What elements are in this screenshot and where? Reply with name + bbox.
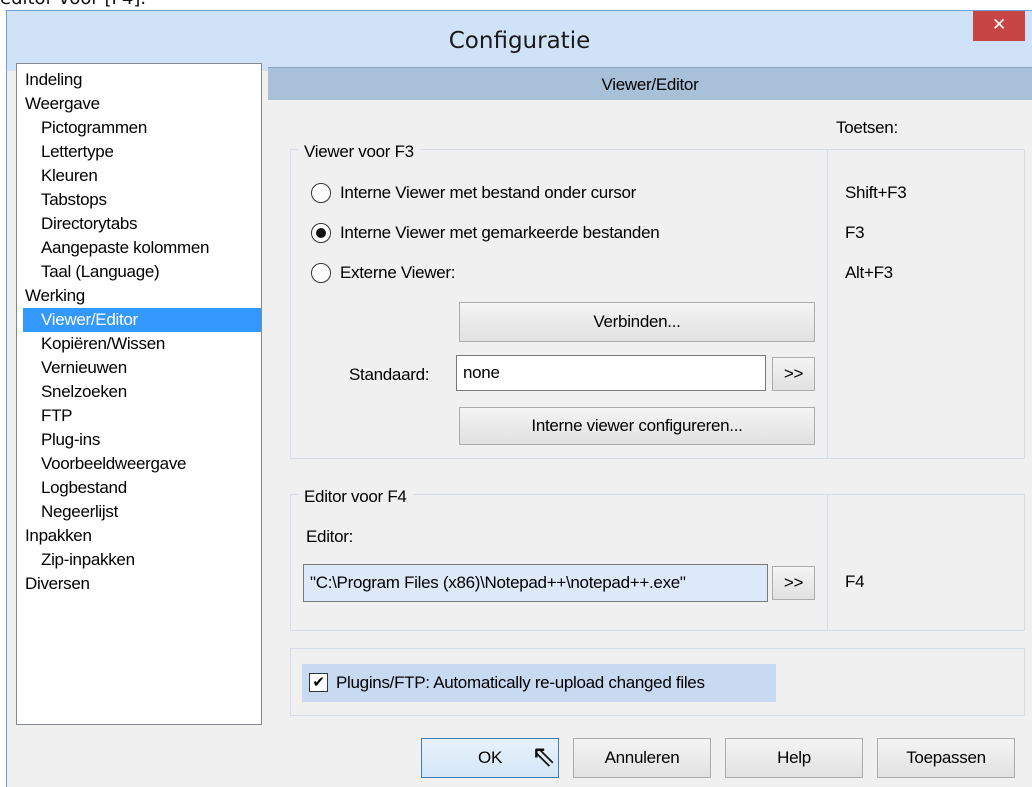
tree-item[interactable]: Werking xyxy=(17,284,85,308)
help-button[interactable]: Help xyxy=(725,738,863,778)
editor-path-input[interactable]: "C:\Program Files (x86)\Notepad++\notepa… xyxy=(303,564,768,602)
mouse-cursor-icon: ⇖ xyxy=(531,739,556,774)
tree-item[interactable]: Voorbeeldweergave xyxy=(17,452,186,476)
cancel-button[interactable]: Annuleren xyxy=(573,738,711,778)
tree-item[interactable]: Directorytabs xyxy=(17,212,138,236)
editor-group-divider xyxy=(827,494,828,631)
tree-item[interactable]: Logbestand xyxy=(17,476,127,500)
tree-item[interactable]: Kleuren xyxy=(17,164,98,188)
tree-item[interactable]: Zip-inpakken xyxy=(17,548,135,572)
tree-item[interactable]: Viewer/Editor xyxy=(23,308,261,332)
editor-label: Editor: xyxy=(306,527,354,546)
apply-button[interactable]: Toepassen xyxy=(877,738,1015,778)
close-button[interactable]: ✕ xyxy=(973,11,1025,41)
caption-fragment: editor voor [F4]. xyxy=(0,0,146,9)
tree-item[interactable]: Plug-ins xyxy=(17,428,100,452)
plugins-checkbox[interactable]: ✔ xyxy=(309,673,328,692)
viewer-group-title: Viewer voor F3 xyxy=(298,142,420,162)
check-icon: ✔ xyxy=(312,673,325,691)
editor-group xyxy=(290,494,1025,631)
connect-button[interactable]: Verbinden... xyxy=(459,302,815,342)
key-f4: F4 xyxy=(845,572,865,591)
tree-item[interactable]: Vernieuwen xyxy=(17,356,127,380)
tree-item[interactable]: Weergave xyxy=(17,92,100,116)
standard-label: Standaard: xyxy=(349,365,430,384)
editor-browse-button[interactable]: >> xyxy=(772,566,815,600)
standard-browse-button[interactable]: >> xyxy=(772,357,815,391)
close-icon: ✕ xyxy=(992,15,1006,35)
plugins-checkbox-label[interactable]: Plugins/FTP: Automatically re-upload cha… xyxy=(336,673,705,693)
viewer-group-divider xyxy=(827,149,828,459)
tree-item[interactable]: Lettertype xyxy=(17,140,114,164)
tree-item[interactable]: Inpakken xyxy=(17,524,92,548)
configure-internal-viewer-button[interactable]: Interne viewer configureren... xyxy=(459,407,815,445)
standard-viewer-input[interactable]: none xyxy=(456,355,766,391)
tree-item[interactable]: Aangepaste kolommen xyxy=(17,236,209,260)
radio-internal-marked[interactable] xyxy=(311,223,331,243)
tree-item[interactable]: Negeerlijst xyxy=(17,500,118,524)
radio-internal-marked-label[interactable]: Interne Viewer met gemarkeerde bestanden xyxy=(340,223,660,243)
key-alt-f3: Alt+F3 xyxy=(845,263,893,282)
tree-item[interactable]: Tabstops xyxy=(17,188,107,212)
tree-item[interactable]: Diversen xyxy=(17,572,90,596)
tree-item[interactable]: Snelzoeken xyxy=(17,380,127,404)
tree-item[interactable]: Kopiëren/Wissen xyxy=(17,332,165,356)
key-shift-f3: Shift+F3 xyxy=(845,183,907,202)
window-title: Configuratie xyxy=(448,28,591,54)
key-f3: F3 xyxy=(845,223,865,242)
radio-external-viewer-label[interactable]: Externe Viewer: xyxy=(340,263,456,283)
settings-tree[interactable]: Indeling Weergave Pictogrammen Lettertype Kl… xyxy=(16,63,262,725)
radio-selected-dot xyxy=(316,228,326,238)
tree-item[interactable]: FTP xyxy=(17,404,73,428)
radio-external-viewer[interactable] xyxy=(311,263,331,283)
radio-internal-cursor[interactable] xyxy=(311,183,331,203)
radio-internal-cursor-label[interactable]: Interne Viewer met bestand onder cursor xyxy=(340,183,636,203)
tree-item[interactable]: Indeling xyxy=(17,68,82,92)
tree-item[interactable]: Pictogrammen xyxy=(17,116,147,140)
editor-group-title: Editor voor F4 xyxy=(298,487,413,507)
tree-item[interactable]: Taal (Language) xyxy=(17,260,160,284)
keys-label: Toetsen: xyxy=(836,118,898,137)
section-header: Viewer/Editor xyxy=(268,67,1032,100)
